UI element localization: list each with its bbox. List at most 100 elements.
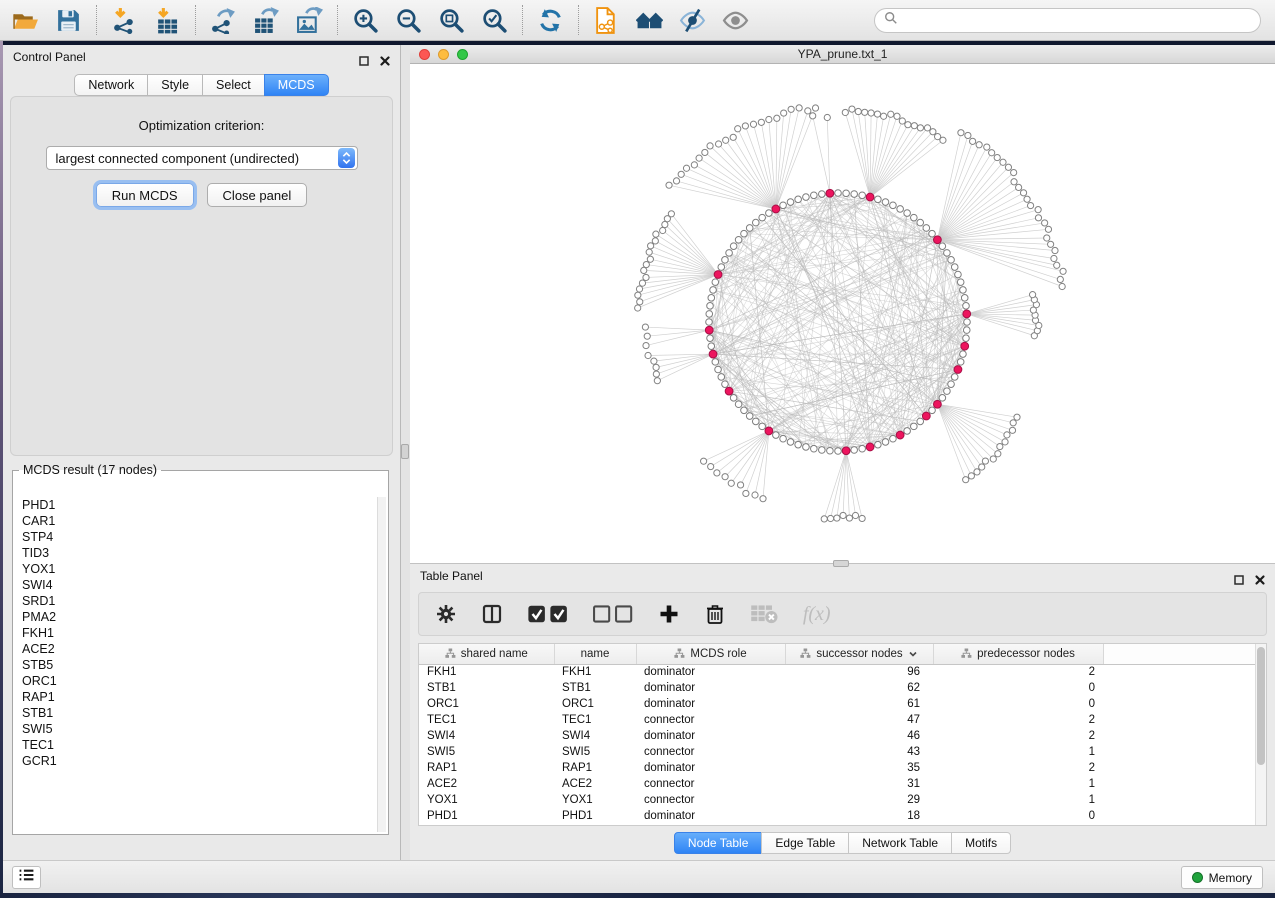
- import-table-icon[interactable]: [154, 7, 181, 34]
- share-doc-icon[interactable]: [593, 7, 620, 34]
- mcds-result-item[interactable]: TID3: [15, 545, 376, 561]
- mcds-result-item[interactable]: TEC1: [15, 737, 376, 753]
- network-node: [707, 303, 714, 310]
- cell: 1: [933, 744, 1103, 760]
- cell: connector: [636, 712, 785, 728]
- mcds-result-item[interactable]: ACE2: [15, 641, 376, 657]
- show-eye-icon[interactable]: [722, 7, 749, 34]
- mcds-result-item[interactable]: SWI4: [15, 577, 376, 593]
- mcds-result-item[interactable]: SRD1: [15, 593, 376, 609]
- zoom-selected-icon[interactable]: [481, 7, 508, 34]
- network-node: [795, 441, 802, 448]
- mcds-list-scrollbar[interactable]: [377, 497, 386, 832]
- hide-eye-icon[interactable]: [679, 7, 706, 34]
- tab-mcds[interactable]: MCDS: [264, 74, 329, 96]
- mcds-result-item[interactable]: STP4: [15, 529, 376, 545]
- table-row[interactable]: TEC1TEC1connector472: [419, 712, 1266, 728]
- table-row[interactable]: STB1STB1dominator620: [419, 680, 1266, 696]
- leaf-node: [774, 115, 780, 121]
- column-header-successor-nodes[interactable]: successor nodes: [785, 644, 933, 664]
- export-image-icon[interactable]: [296, 7, 323, 34]
- table-panel-title: Table Panel: [420, 569, 483, 583]
- plus-icon[interactable]: [658, 603, 680, 625]
- open-icon[interactable]: [12, 7, 39, 34]
- mcds-result-item[interactable]: ORC1: [15, 673, 376, 689]
- mcds-result-item[interactable]: YOX1: [15, 561, 376, 577]
- tab-select[interactable]: Select: [202, 74, 265, 96]
- houses-icon[interactable]: [636, 7, 663, 34]
- tab-node-table[interactable]: Node Table: [674, 832, 763, 854]
- zoom-fit-icon[interactable]: [438, 7, 465, 34]
- column-header-shared-name[interactable]: shared name: [419, 644, 554, 664]
- cell-filler: [1103, 808, 1266, 824]
- unchecked-pair-icon[interactable]: [592, 603, 633, 625]
- float-icon[interactable]: [1233, 570, 1245, 582]
- leaf-node: [958, 130, 964, 136]
- column-header-MCDS-role[interactable]: MCDS role: [636, 644, 785, 664]
- leaf-node: [1045, 226, 1051, 232]
- export-table-icon[interactable]: [253, 7, 280, 34]
- network-node: [718, 374, 725, 381]
- zoom-traffic-light[interactable]: [457, 49, 468, 60]
- mcds-result-item[interactable]: PHD1: [15, 497, 376, 513]
- gear-icon[interactable]: [435, 603, 457, 625]
- table-scrollbar-thumb[interactable]: [1257, 647, 1265, 765]
- column-header-name[interactable]: name: [554, 644, 636, 664]
- mcds-result-item[interactable]: GCR1: [15, 753, 376, 769]
- table-row[interactable]: SWI5SWI5connector431: [419, 744, 1266, 760]
- mcds-result-item[interactable]: SWI5: [15, 721, 376, 737]
- import-network-icon[interactable]: [111, 7, 138, 34]
- float-icon[interactable]: [358, 51, 370, 63]
- close-icon[interactable]: [1254, 570, 1266, 582]
- zoom-out-icon[interactable]: [395, 7, 422, 34]
- column-header-predecessor-nodes[interactable]: predecessor nodes: [933, 644, 1103, 664]
- tab-motifs[interactable]: Motifs: [951, 832, 1011, 854]
- close-icon[interactable]: [379, 51, 391, 63]
- minimize-traffic-light[interactable]: [438, 49, 449, 60]
- tab-network[interactable]: Network: [74, 74, 148, 96]
- table-row[interactable]: RAP1RAP1dominator352: [419, 760, 1266, 776]
- leaf-node: [673, 178, 679, 184]
- network-canvas[interactable]: [410, 64, 1275, 563]
- table-scrollbar[interactable]: [1255, 644, 1266, 825]
- refresh-icon[interactable]: [537, 7, 564, 34]
- vertical-splitter-handle[interactable]: [401, 444, 409, 459]
- tab-edge-table[interactable]: Edge Table: [761, 832, 849, 854]
- tab-style[interactable]: Style: [147, 74, 203, 96]
- table-row[interactable]: PHD1PHD1dominator180: [419, 808, 1266, 824]
- tab-network-table[interactable]: Network Table: [848, 832, 952, 854]
- columns-icon[interactable]: [481, 603, 503, 625]
- table-row[interactable]: YOX1YOX1connector291: [419, 792, 1266, 808]
- cell: 96: [785, 664, 933, 680]
- checked-pair-icon[interactable]: [527, 603, 568, 625]
- search-input[interactable]: [903, 14, 1251, 28]
- mcds-result-item[interactable]: CAR1: [15, 513, 376, 529]
- table-panel: Table Panel f(x) shared namenameMCDS rol…: [410, 563, 1275, 860]
- mcds-result-item[interactable]: RAP1: [15, 689, 376, 705]
- column-header-filler: [1103, 644, 1266, 664]
- memory-button[interactable]: Memory: [1181, 866, 1263, 889]
- vertical-splitter[interactable]: [401, 45, 410, 860]
- table-row[interactable]: SWI4SWI4dominator462: [419, 728, 1266, 744]
- export-network-icon[interactable]: [210, 7, 237, 34]
- save-icon[interactable]: [55, 7, 82, 34]
- table-row[interactable]: ACE2ACE2connector311: [419, 776, 1266, 792]
- network-node: [735, 401, 742, 408]
- task-history-button[interactable]: [12, 866, 41, 889]
- mcds-result-item[interactable]: FKH1: [15, 625, 376, 641]
- table-row[interactable]: ORC1ORC1dominator610: [419, 696, 1266, 712]
- criterion-select[interactable]: largest connected component (undirected): [46, 146, 358, 170]
- leaf-node: [982, 458, 988, 464]
- close-panel-button[interactable]: Close panel: [207, 183, 308, 207]
- mcds-result-item[interactable]: STB1: [15, 705, 376, 721]
- leaf-node: [1024, 196, 1030, 202]
- table-row[interactable]: FKH1FKH1dominator962: [419, 664, 1266, 680]
- mcds-result-item[interactable]: PMA2: [15, 609, 376, 625]
- trash-icon[interactable]: [704, 603, 726, 625]
- run-mcds-button[interactable]: Run MCDS: [96, 183, 194, 207]
- close-traffic-light[interactable]: [419, 49, 430, 60]
- mcds-result-item[interactable]: STB5: [15, 657, 376, 673]
- leaf-node: [653, 231, 659, 237]
- network-node: [939, 395, 946, 402]
- zoom-in-icon[interactable]: [352, 7, 379, 34]
